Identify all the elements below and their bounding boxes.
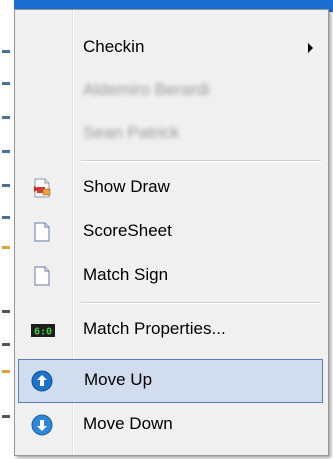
menu-item-label: Aldemiro Berardi (83, 80, 210, 99)
menu-item-label: Sean Patrick (83, 123, 180, 142)
svg-text:6:0: 6:0 (34, 327, 52, 338)
document-icon (31, 265, 53, 287)
menu-item-show-draw[interactable]: Show Draw (18, 166, 323, 210)
context-menu: Checkin Aldemiro Berardi Sean Patrick Sh… (14, 9, 329, 456)
menu-item-label: Match Properties... (83, 319, 226, 338)
background-list-strip (0, 0, 14, 459)
menu-item-label: Move Down (83, 414, 173, 433)
menu-item-label: Show Draw (83, 177, 170, 196)
arrow-down-circle-icon (31, 414, 53, 436)
menu-separator (81, 302, 321, 304)
score-display-icon: 6:0 (31, 319, 55, 341)
menu-item-move-down[interactable]: Move Down (18, 403, 323, 447)
arrow-up-circle-icon (31, 370, 53, 392)
menu-item-match-sign[interactable]: Match Sign (18, 254, 323, 298)
menu-item-checkin[interactable]: Checkin (18, 26, 323, 70)
menu-item-match-properties[interactable]: 6:0 Match Properties... (18, 308, 323, 352)
submenu-arrow-icon (308, 43, 313, 53)
draw-document-icon (31, 177, 53, 199)
menu-item-player-2: Sean Patrick (18, 112, 323, 156)
menu-separator (81, 160, 321, 162)
menu-item-player-1: Aldemiro Berardi (18, 69, 323, 113)
menu-item-label: Move Up (84, 370, 153, 389)
menu-item-label: ScoreSheet (83, 221, 172, 240)
menu-item-move-up[interactable]: Move Up (18, 359, 323, 403)
menu-item-label: Match Sign (83, 265, 169, 284)
document-icon (31, 221, 53, 243)
menu-item-label: Checkin (83, 37, 145, 56)
menu-item-scoresheet[interactable]: ScoreSheet (18, 210, 323, 254)
